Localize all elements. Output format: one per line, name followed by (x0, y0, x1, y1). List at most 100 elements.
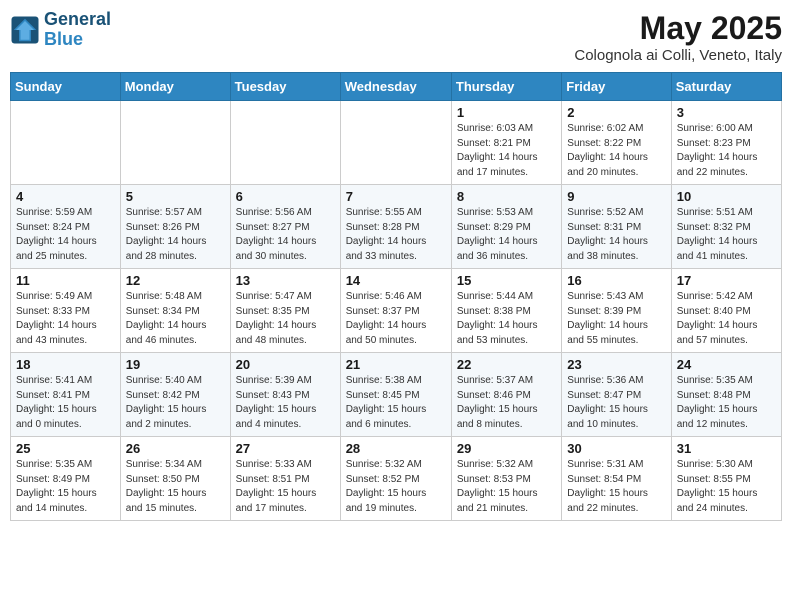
calendar-cell: 20 Sunrise: 5:39 AM Sunset: 8:43 PM Dayli… (230, 353, 340, 437)
calendar-cell: 7 Sunrise: 5:55 AM Sunset: 8:28 PM Daylig… (340, 185, 451, 269)
calendar-table: SundayMondayTuesdayWednesdayThursdayFrid… (10, 72, 782, 521)
day-number: 7 (346, 189, 446, 204)
day-number: 10 (677, 189, 776, 204)
day-header-tuesday: Tuesday (230, 73, 340, 101)
location-subtitle: Colognola ai Colli, Veneto, Italy (574, 47, 782, 64)
month-title: May 2025 (574, 10, 782, 47)
title-block: May 2025 Colognola ai Colli, Veneto, Ita… (574, 10, 782, 64)
day-info: Sunrise: 5:51 AM Sunset: 8:32 PM Dayligh… (677, 206, 776, 264)
day-info: Sunrise: 5:33 AM Sunset: 8:51 PM Dayligh… (236, 458, 335, 516)
day-info: Sunrise: 5:35 AM Sunset: 8:48 PM Dayligh… (677, 374, 776, 432)
day-number: 1 (457, 105, 556, 120)
day-info: Sunrise: 5:41 AM Sunset: 8:41 PM Dayligh… (16, 374, 115, 432)
page-header: General Blue May 2025 Colognola ai Colli… (10, 10, 782, 64)
day-number: 31 (677, 441, 776, 456)
calendar-cell: 9 Sunrise: 5:52 AM Sunset: 8:31 PM Daylig… (562, 185, 671, 269)
day-info: Sunrise: 5:48 AM Sunset: 8:34 PM Dayligh… (126, 290, 225, 348)
day-info: Sunrise: 5:42 AM Sunset: 8:40 PM Dayligh… (677, 290, 776, 348)
day-header-thursday: Thursday (451, 73, 561, 101)
calendar-cell: 23 Sunrise: 5:36 AM Sunset: 8:47 PM Dayli… (562, 353, 671, 437)
calendar-cell: 30 Sunrise: 5:31 AM Sunset: 8:54 PM Dayli… (562, 437, 671, 521)
calendar-cell: 1 Sunrise: 6:03 AM Sunset: 8:21 PM Daylig… (451, 101, 561, 185)
calendar-week-1: 1 Sunrise: 6:03 AM Sunset: 8:21 PM Daylig… (11, 101, 782, 185)
calendar-cell: 25Sunrise: 5:35 AM Sunset: 8:49 PM Dayli… (11, 437, 121, 521)
day-number: 3 (677, 105, 776, 120)
day-info: Sunrise: 5:53 AM Sunset: 8:29 PM Dayligh… (457, 206, 556, 264)
day-number: 28 (346, 441, 446, 456)
day-number: 14 (346, 273, 446, 288)
day-info: Sunrise: 5:57 AM Sunset: 8:26 PM Dayligh… (126, 206, 225, 264)
calendar-cell: 29 Sunrise: 5:32 AM Sunset: 8:53 PM Dayli… (451, 437, 561, 521)
day-info: Sunrise: 5:55 AM Sunset: 8:28 PM Dayligh… (346, 206, 446, 264)
calendar-week-5: 25Sunrise: 5:35 AM Sunset: 8:49 PM Dayli… (11, 437, 782, 521)
calendar-cell: 8 Sunrise: 5:53 AM Sunset: 8:29 PM Daylig… (451, 185, 561, 269)
calendar-cell: 2Sunrise: 6:02 AM Sunset: 8:22 PM Daylig… (562, 101, 671, 185)
day-info: Sunrise: 5:43 AM Sunset: 8:39 PM Dayligh… (567, 290, 665, 348)
logo: General Blue (10, 10, 111, 50)
day-number: 30 (567, 441, 665, 456)
day-number: 12 (126, 273, 225, 288)
day-info: Sunrise: 5:38 AM Sunset: 8:45 PM Dayligh… (346, 374, 446, 432)
calendar-cell: 6 Sunrise: 5:56 AM Sunset: 8:27 PM Daylig… (230, 185, 340, 269)
day-number: 4 (16, 189, 115, 204)
calendar-cell: 22 Sunrise: 5:37 AM Sunset: 8:46 PM Dayli… (451, 353, 561, 437)
day-info: Sunrise: 5:39 AM Sunset: 8:43 PM Dayligh… (236, 374, 335, 432)
day-number: 21 (346, 357, 446, 372)
calendar-cell: 19 Sunrise: 5:40 AM Sunset: 8:42 PM Dayli… (120, 353, 230, 437)
day-info: Sunrise: 5:35 AM Sunset: 8:49 PM Dayligh… (16, 458, 115, 516)
day-number: 6 (236, 189, 335, 204)
day-header-friday: Friday (562, 73, 671, 101)
calendar-cell: 18Sunrise: 5:41 AM Sunset: 8:41 PM Dayli… (11, 353, 121, 437)
day-number: 13 (236, 273, 335, 288)
calendar-cell: 3 Sunrise: 6:00 AM Sunset: 8:23 PM Daylig… (671, 101, 781, 185)
day-info: Sunrise: 5:52 AM Sunset: 8:31 PM Dayligh… (567, 206, 665, 264)
day-header-wednesday: Wednesday (340, 73, 451, 101)
calendar-cell: 4 Sunrise: 5:59 AM Sunset: 8:24 PM Daylig… (11, 185, 121, 269)
calendar-cell: 14 Sunrise: 5:46 AM Sunset: 8:37 PM Dayli… (340, 269, 451, 353)
calendar-week-4: 18Sunrise: 5:41 AM Sunset: 8:41 PM Dayli… (11, 353, 782, 437)
calendar-cell: 17Sunrise: 5:42 AM Sunset: 8:40 PM Dayli… (671, 269, 781, 353)
calendar-week-2: 4 Sunrise: 5:59 AM Sunset: 8:24 PM Daylig… (11, 185, 782, 269)
day-info: Sunrise: 5:32 AM Sunset: 8:53 PM Dayligh… (457, 458, 556, 516)
day-info: Sunrise: 5:30 AM Sunset: 8:55 PM Dayligh… (677, 458, 776, 516)
logo-icon (10, 15, 40, 45)
calendar-cell: 11 Sunrise: 5:49 AM Sunset: 8:33 PM Dayli… (11, 269, 121, 353)
calendar-cell: 21 Sunrise: 5:38 AM Sunset: 8:45 PM Dayli… (340, 353, 451, 437)
calendar-cell (11, 101, 121, 185)
calendar-cell: 27Sunrise: 5:33 AM Sunset: 8:51 PM Dayli… (230, 437, 340, 521)
day-info: Sunrise: 5:59 AM Sunset: 8:24 PM Dayligh… (16, 206, 115, 264)
day-header-row: SundayMondayTuesdayWednesdayThursdayFrid… (11, 73, 782, 101)
day-number: 29 (457, 441, 556, 456)
calendar-cell: 31 Sunrise: 5:30 AM Sunset: 8:55 PM Dayli… (671, 437, 781, 521)
day-info: Sunrise: 6:00 AM Sunset: 8:23 PM Dayligh… (677, 122, 776, 180)
day-info: Sunrise: 5:36 AM Sunset: 8:47 PM Dayligh… (567, 374, 665, 432)
day-info: Sunrise: 5:32 AM Sunset: 8:52 PM Dayligh… (346, 458, 446, 516)
day-number: 20 (236, 357, 335, 372)
day-info: Sunrise: 5:49 AM Sunset: 8:33 PM Dayligh… (16, 290, 115, 348)
day-info: Sunrise: 5:56 AM Sunset: 8:27 PM Dayligh… (236, 206, 335, 264)
day-number: 8 (457, 189, 556, 204)
day-number: 9 (567, 189, 665, 204)
calendar-cell: 12 Sunrise: 5:48 AM Sunset: 8:34 PM Dayli… (120, 269, 230, 353)
day-number: 11 (16, 273, 115, 288)
day-info: Sunrise: 5:44 AM Sunset: 8:38 PM Dayligh… (457, 290, 556, 348)
day-info: Sunrise: 5:40 AM Sunset: 8:42 PM Dayligh… (126, 374, 225, 432)
day-number: 22 (457, 357, 556, 372)
day-number: 19 (126, 357, 225, 372)
calendar-week-3: 11 Sunrise: 5:49 AM Sunset: 8:33 PM Dayli… (11, 269, 782, 353)
calendar-cell (340, 101, 451, 185)
day-header-sunday: Sunday (11, 73, 121, 101)
day-info: Sunrise: 5:31 AM Sunset: 8:54 PM Dayligh… (567, 458, 665, 516)
calendar-cell: 15 Sunrise: 5:44 AM Sunset: 8:38 PM Dayli… (451, 269, 561, 353)
day-number: 26 (126, 441, 225, 456)
day-number: 23 (567, 357, 665, 372)
day-number: 15 (457, 273, 556, 288)
logo-text: General Blue (44, 10, 111, 50)
day-info: Sunrise: 5:37 AM Sunset: 8:46 PM Dayligh… (457, 374, 556, 432)
calendar-cell (120, 101, 230, 185)
day-info: Sunrise: 5:46 AM Sunset: 8:37 PM Dayligh… (346, 290, 446, 348)
day-info: Sunrise: 6:03 AM Sunset: 8:21 PM Dayligh… (457, 122, 556, 180)
calendar-cell: 16Sunrise: 5:43 AM Sunset: 8:39 PM Dayli… (562, 269, 671, 353)
calendar-cell: 13Sunrise: 5:47 AM Sunset: 8:35 PM Dayli… (230, 269, 340, 353)
day-number: 24 (677, 357, 776, 372)
